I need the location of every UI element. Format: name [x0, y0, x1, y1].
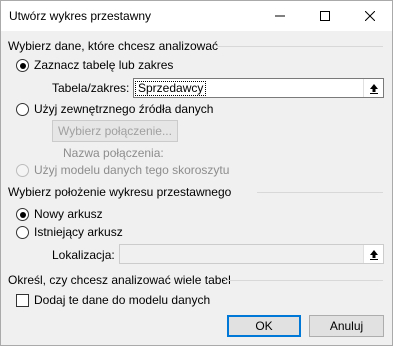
- collapse-up-arrow-icon: [369, 249, 378, 260]
- add-to-data-model-checkbox[interactable]: [16, 294, 29, 307]
- minimize-icon: [274, 15, 285, 17]
- external-source-radio-label[interactable]: Użyj zewnętrznego źródła danych: [34, 102, 213, 116]
- location-section-header: Wybierz położenie wykresu przestawnego: [8, 185, 232, 199]
- location-label: Lokalizacja:: [52, 248, 115, 262]
- table-range-radio-label[interactable]: Zaznacz tabelę lub zakres: [34, 58, 173, 72]
- section-divider: [225, 280, 383, 281]
- close-icon: [364, 11, 375, 21]
- ok-button[interactable]: OK: [227, 315, 301, 337]
- cancel-button-label: Anuluj: [329, 319, 364, 333]
- existing-sheet-radio[interactable]: [16, 226, 29, 239]
- external-source-radio[interactable]: [16, 103, 29, 116]
- minimize-button[interactable]: [257, 1, 302, 31]
- cancel-button[interactable]: Anuluj: [309, 315, 384, 337]
- existing-sheet-radio-label[interactable]: Istniejący arkusz: [34, 225, 123, 239]
- location-input[interactable]: [119, 244, 384, 264]
- connection-name-label: Nazwa połączenia:: [63, 146, 164, 160]
- data-section-header: Wybierz dane, które chcesz analizować: [8, 39, 218, 53]
- ok-button-label: OK: [255, 319, 273, 333]
- table-range-input[interactable]: Sprzedawcy: [133, 78, 384, 98]
- new-sheet-radio[interactable]: [16, 208, 29, 221]
- new-sheet-radio-label[interactable]: Nowy arkusz: [34, 207, 103, 221]
- table-range-value: Sprzedawcy: [135, 81, 207, 96]
- data-model-radio[interactable]: [16, 164, 29, 177]
- maximize-button[interactable]: [302, 1, 347, 31]
- choose-connection-button[interactable]: Wybierz połączenie...: [52, 120, 178, 142]
- table-range-label: Tabela/zakres:: [52, 81, 130, 95]
- collapse-up-arrow-icon: [369, 83, 378, 94]
- close-button[interactable]: [347, 1, 392, 31]
- table-range-radio[interactable]: [16, 59, 29, 72]
- choose-connection-button-label: Wybierz połączenie...: [58, 124, 172, 138]
- data-model-radio-label[interactable]: Użyj modelu danych tego skoroszytu: [34, 163, 229, 177]
- table-range-collapse-button[interactable]: [363, 79, 383, 97]
- section-divider: [257, 192, 383, 193]
- location-collapse-button[interactable]: [363, 245, 383, 263]
- add-to-data-model-label[interactable]: Dodaj te dane do modelu danych: [34, 293, 210, 307]
- maximize-icon: [319, 11, 330, 21]
- create-pivot-chart-dialog: Utwórz wykres przestawny Wybierz dane, k…: [0, 0, 393, 346]
- title-bar: Utwórz wykres przestawny: [1, 1, 392, 31]
- analysis-section-header: Określ, czy chcesz analizować wiele tabe…: [8, 273, 231, 287]
- window-title: Utwórz wykres przestawny: [9, 9, 152, 23]
- section-divider: [217, 46, 383, 47]
